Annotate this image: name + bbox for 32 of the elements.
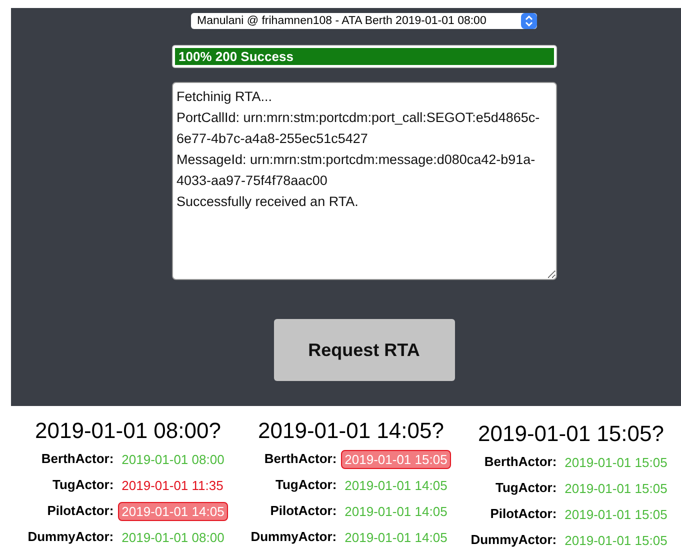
actor-label: BerthActor: [40, 450, 114, 468]
log-textarea[interactable]: Fetchinig RTA... PortCallId: urn:mrn:stm:portcdm:port_call:SEGOT:e5d4865c-6e77-4b7c-a4a8-255ec51c5427 MessageId: urn:mrn:stm:portcdm:message:d080ca42-b91a-4033-aa97-75f4f78aac00 Successfully received an RTA. [172, 82, 556, 280]
actor-time: 2019-01-01 15:05 [564, 532, 668, 550]
estimate-heading: 2019-01-01 08:00? [35, 418, 221, 444]
actor-label: DummyActor: [470, 531, 557, 549]
actor-time: 2019-01-01 08:00 [120, 450, 226, 468]
estimate-heading: 2019-01-01 15:05? [478, 421, 664, 447]
actor-time: 2019-01-01 15:05 [564, 454, 668, 472]
dropdown-arrows-icon [521, 13, 537, 29]
actor-label: PilotActor: [489, 505, 557, 523]
actor-label: TugActor: [494, 479, 557, 497]
actor-label: DummyActor: [250, 528, 337, 546]
actor-label: BerthActor: [483, 453, 557, 471]
actor-label: PilotActor: [269, 502, 337, 520]
actor-time: 2019-01-01 14:05 [344, 528, 448, 546]
actor-label: PilotActor: [46, 502, 114, 520]
actor-label: TugActor: [52, 476, 114, 494]
actor-time: 2019-01-01 14:05 [344, 476, 448, 494]
actor-time: 2019-01-01 11:35 [120, 476, 224, 494]
actor-label: DummyActor: [28, 528, 114, 546]
actor-time: 2019-01-01 15:05 [564, 480, 668, 498]
actor-time: 2019-01-01 15:05 [340, 450, 452, 468]
actor-label: BerthActor: [263, 450, 337, 468]
actor-label: TugActor: [274, 476, 337, 494]
estimate-heading: 2019-01-01 14:05? [258, 418, 444, 444]
actor-time: 2019-01-01 08:00 [120, 528, 226, 546]
actor-time: 2019-01-01 14:05 [118, 502, 228, 520]
request-rta-button[interactable]: Request RTA [274, 319, 454, 381]
progress-fill: 100% 200 Success [174, 48, 554, 65]
actor-time: 2019-01-01 15:05 [564, 506, 668, 524]
voyage-select[interactable]: Manulani @ frihamnen108 - ATA Berth 2019-01-01 08:00 [191, 13, 537, 29]
actor-time: 2019-01-01 14:05 [344, 502, 448, 520]
